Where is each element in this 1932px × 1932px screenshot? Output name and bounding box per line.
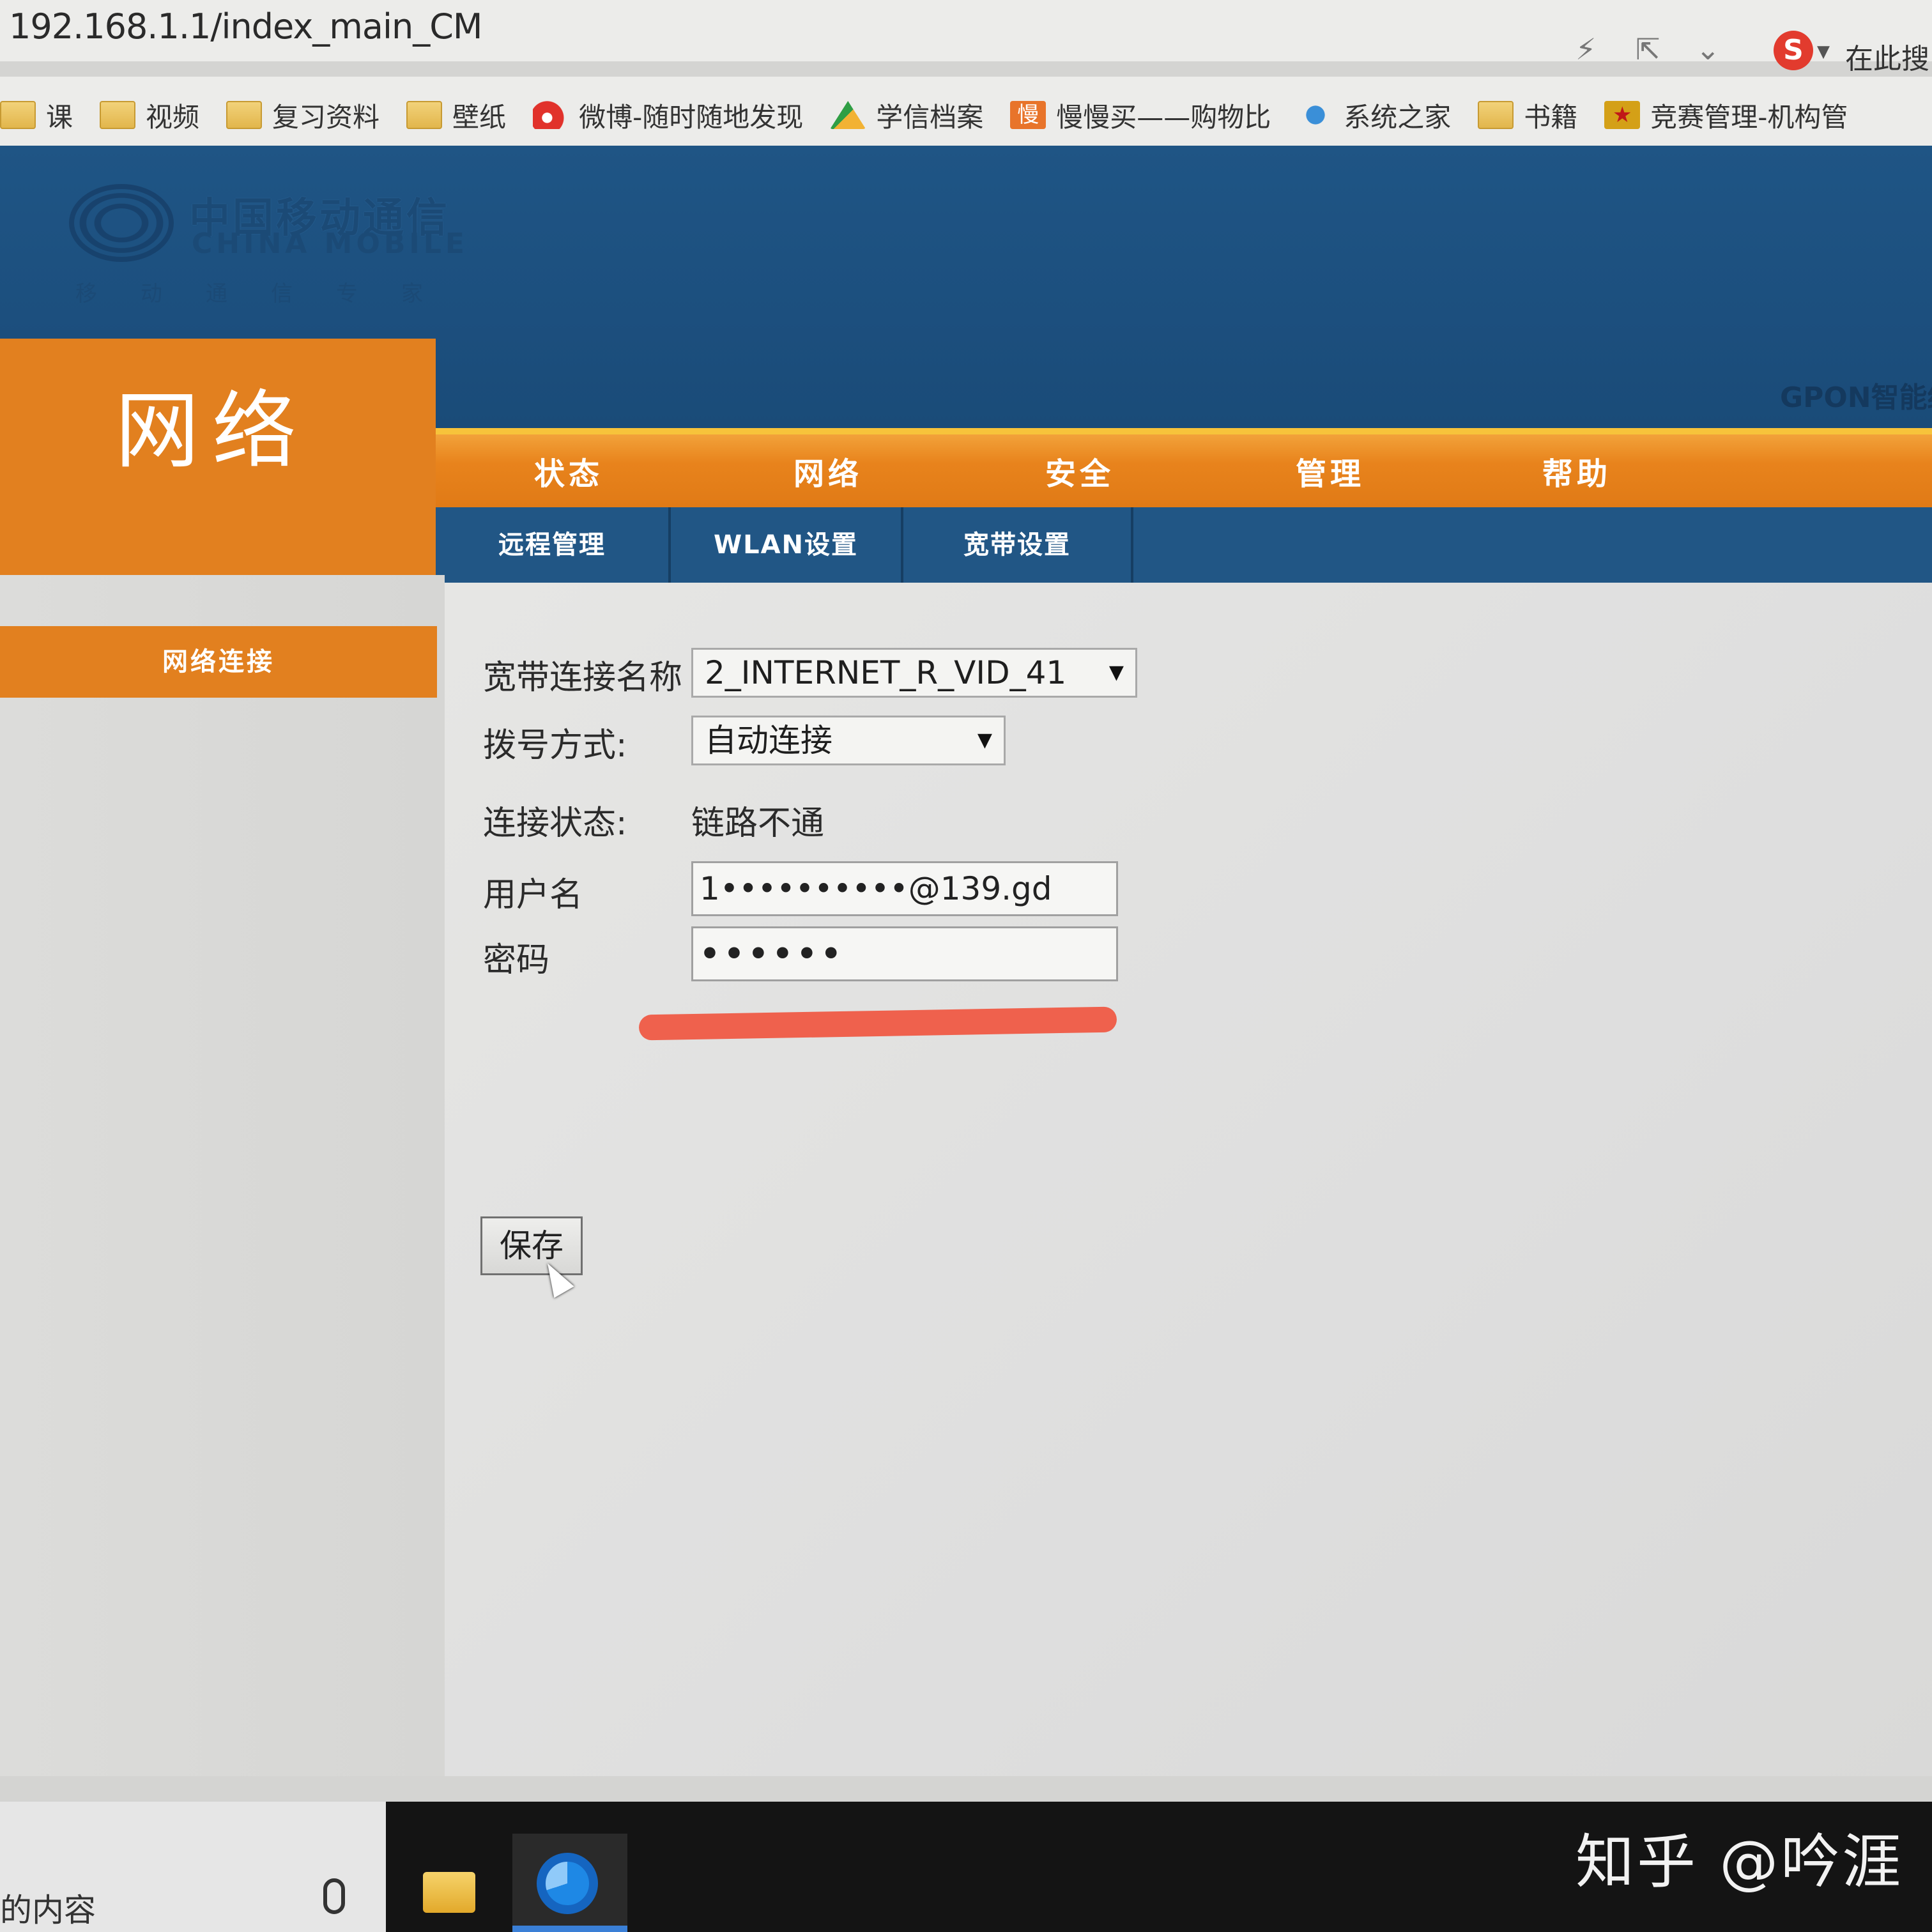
bookmark-label: 竞赛管理-机构管	[1650, 101, 1848, 133]
browser-app-icon[interactable]	[537, 1853, 598, 1914]
main-nav-security[interactable]: 安全	[1045, 448, 1114, 493]
sub-nav-wlan-settings[interactable]: WLAN设置	[671, 507, 903, 583]
bookmark-item[interactable]: 视频	[100, 96, 199, 135]
sidebar-item-network-connection[interactable]: 网络连接	[0, 626, 437, 698]
main-nav-help[interactable]: 帮助	[1542, 448, 1611, 493]
main-nav-status[interactable]: 状态	[534, 448, 603, 493]
connection-status-label: 连接状态:	[483, 804, 627, 843]
taskbar-search-text[interactable]: 的内容	[0, 1885, 96, 1931]
dial-mode-value: 自动连接	[705, 722, 832, 759]
bookmark-item[interactable]: 课	[0, 96, 73, 135]
username-input[interactable]: 1••••••••••@139.gd	[691, 861, 1118, 916]
password-input[interactable]: ••••••	[691, 926, 1118, 981]
bookmark-label: 壁纸	[452, 101, 507, 133]
folder-icon	[100, 101, 136, 129]
bookmark-item[interactable]: 微博-随时随地发现	[533, 96, 803, 135]
connection-status-value: 链路不通	[691, 804, 825, 843]
xitong-icon	[1298, 101, 1334, 129]
sogou-dropdown-caret-icon[interactable]: ▼	[1817, 42, 1830, 61]
username-value: 1••••••••••@139.gd	[700, 870, 1052, 907]
connection-name-value: 2_INTERNET_R_VID_41	[705, 654, 1067, 691]
folder-icon	[1478, 101, 1514, 129]
left-sidebar	[0, 575, 445, 1776]
bookmark-label: 书籍	[1524, 101, 1578, 133]
manmanmai-icon: 慢	[1010, 101, 1046, 129]
main-nav-management[interactable]: 管理	[1296, 448, 1365, 493]
chsi-icon	[830, 101, 866, 129]
bookmark-item[interactable]: 壁纸	[406, 96, 506, 135]
folder-icon	[226, 101, 263, 129]
address-url[interactable]: 192.168.1.1/index_main_CM	[9, 6, 482, 47]
chevron-down-icon[interactable]: ⌄	[1696, 32, 1721, 66]
lightning-icon[interactable]: ⚡	[1575, 32, 1596, 66]
jingsai-icon: ★	[1604, 101, 1641, 129]
main-nav: 状态 网络 安全 管理 帮助	[436, 428, 1932, 507]
folder-icon	[406, 101, 443, 129]
bookmarks-bar: 课 视频 复习资料 壁纸 微博-随时随地发现 学信档案 慢慢慢买——购物比 系统…	[0, 77, 1932, 153]
bookmark-label: 学信档案	[876, 101, 984, 133]
sogou-icon[interactable]: S	[1774, 31, 1813, 70]
chevron-down-icon: ▼	[1108, 661, 1124, 684]
sub-nav-remote-management[interactable]: 远程管理	[436, 507, 671, 583]
bookmark-label: 系统之家	[1344, 101, 1452, 133]
zhihu-watermark: 知乎 @吟涯	[1575, 1828, 1904, 1896]
product-label: GPON智能终	[1780, 381, 1932, 414]
brand-slogan: 移动通信专家	[75, 281, 466, 307]
content-panel	[445, 583, 1932, 1776]
bookmark-item[interactable]: ★ 竞赛管理-机构管	[1604, 96, 1848, 135]
main-nav-network[interactable]: 网络	[793, 448, 862, 493]
connection-name-select[interactable]: 2_INTERNET_R_VID_41 ▼	[691, 648, 1137, 698]
username-label: 用户名	[483, 876, 583, 914]
file-explorer-icon[interactable]	[423, 1872, 475, 1913]
bookmark-label: 复习资料	[272, 101, 380, 133]
bookmark-item[interactable]: 慢慢慢买——购物比	[1010, 96, 1271, 135]
bookmark-item[interactable]: 书籍	[1478, 96, 1577, 135]
browser-search-hint[interactable]: 在此搜	[1845, 36, 1929, 77]
chevron-down-icon: ▼	[977, 729, 992, 751]
password-value: ••••••	[700, 935, 845, 972]
china-mobile-logo-icon	[69, 184, 174, 262]
password-label: 密码	[483, 941, 550, 979]
bookmark-label: 慢慢买——购物比	[1056, 101, 1271, 133]
brand-name-en: CHINA MOBILE	[192, 227, 468, 260]
bookmark-item[interactable]: 复习资料	[226, 96, 379, 135]
bookmark-label: 课	[46, 101, 73, 133]
folder-icon	[0, 101, 36, 129]
weibo-icon	[533, 101, 569, 129]
bookmark-label: 视频	[146, 101, 200, 133]
share-icon[interactable]: ⇱	[1636, 32, 1660, 66]
router-page: 中国移动通信 CHINA MOBILE 移动通信专家 GPON智能终 网络 状态…	[0, 146, 1932, 1932]
address-bar[interactable]: 192.168.1.1/index_main_CM ⚡ ⇱ ⌄ S ▼ 在此搜	[0, 0, 1932, 75]
dial-mode-label: 拨号方式:	[483, 726, 627, 765]
connection-name-label: 宽带连接名称	[483, 659, 683, 697]
sub-nav-broadband-settings[interactable]: 宽带设置	[903, 507, 1133, 583]
dial-mode-select[interactable]: 自动连接 ▼	[691, 716, 1006, 765]
sub-nav: 远程管理 WLAN设置 宽带设置	[436, 507, 1932, 583]
microphone-icon[interactable]	[323, 1878, 345, 1914]
bookmark-item[interactable]: 系统之家	[1298, 96, 1451, 135]
bookmark-item[interactable]: 学信档案	[830, 96, 983, 135]
save-button[interactable]: 保存	[480, 1216, 583, 1275]
section-title: 网络	[115, 382, 309, 480]
bookmark-label: 微博-随时随地发现	[579, 101, 804, 133]
